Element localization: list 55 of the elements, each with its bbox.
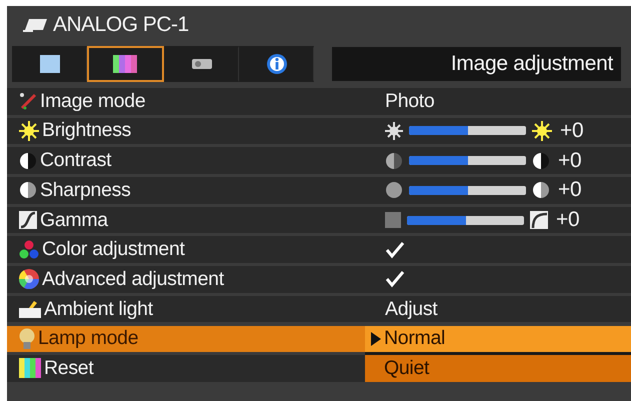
half-circle-icon — [532, 152, 550, 170]
curve-icon — [19, 211, 37, 229]
slider-reading: +0 — [556, 208, 580, 232]
menu-row[interactable]: Advanced adjustment — [7, 266, 631, 293]
split-circle-icon — [19, 181, 37, 200]
info-icon — [266, 54, 287, 74]
row-value: Adjust — [385, 298, 438, 321]
row-label: Sharpness — [40, 178, 131, 202]
slider-track[interactable] — [409, 126, 526, 136]
curve-icon — [530, 211, 548, 229]
menu-row[interactable]: Sharpness +0 — [7, 177, 631, 204]
menu-row[interactable]: Ambient light Adjust — [7, 296, 631, 322]
dropdown-option[interactable]: Normal — [365, 326, 631, 352]
slider-reading: +0 — [560, 118, 584, 143]
menu-row[interactable]: Image mode Photo — [7, 88, 631, 114]
row-label: Color adjustment — [42, 238, 185, 262]
tab[interactable] — [87, 46, 164, 82]
sun-icon — [532, 120, 552, 141]
slider-reading: +0 — [558, 178, 582, 202]
color-bars-icon — [113, 55, 138, 73]
color-wheel-icon — [19, 269, 39, 290]
row-label: Gamma — [40, 208, 108, 232]
dropdown-option[interactable]: Quiet — [365, 355, 631, 382]
source-title: ANALOG PC-1 — [53, 13, 189, 37]
split-circle-icon — [532, 181, 550, 200]
half-circle-icon — [19, 152, 37, 170]
row-label: Ambient light — [44, 298, 153, 321]
row-label: Contrast — [40, 149, 112, 172]
pointer-icon — [371, 332, 381, 346]
dots-icon — [19, 240, 39, 260]
menu-row[interactable]: Contrast +0 — [7, 147, 631, 174]
row-label: Advanced adjustment — [42, 268, 224, 291]
circle-icon — [385, 181, 403, 200]
menu-row[interactable]: Gamma +0 — [7, 206, 631, 234]
slider-track[interactable] — [409, 156, 526, 166]
menu-row[interactable]: Color adjustment — [7, 236, 631, 263]
square-icon — [385, 212, 401, 228]
section-title: Image adjustment — [332, 47, 621, 81]
slider-reading: +0 — [558, 148, 582, 173]
bulb-icon — [19, 328, 35, 350]
row-label: Image mode — [40, 90, 146, 113]
row-value: Photo — [385, 90, 434, 113]
color-bars-icon — [19, 358, 41, 378]
row-label: Brightness — [42, 119, 132, 142]
square-icon — [40, 55, 60, 73]
wand-icon — [19, 92, 37, 110]
slider-track[interactable] — [409, 186, 526, 195]
half-circle-icon — [385, 152, 403, 170]
sun-icon — [19, 120, 39, 141]
row-label: Reset — [44, 356, 94, 380]
lamp-desk-icon — [19, 300, 41, 318]
sun-icon — [385, 122, 403, 140]
menu-row[interactable]: Brightness +0 — [7, 118, 631, 144]
row-label: Lamp mode — [38, 327, 138, 350]
slider-track[interactable] — [407, 216, 524, 224]
